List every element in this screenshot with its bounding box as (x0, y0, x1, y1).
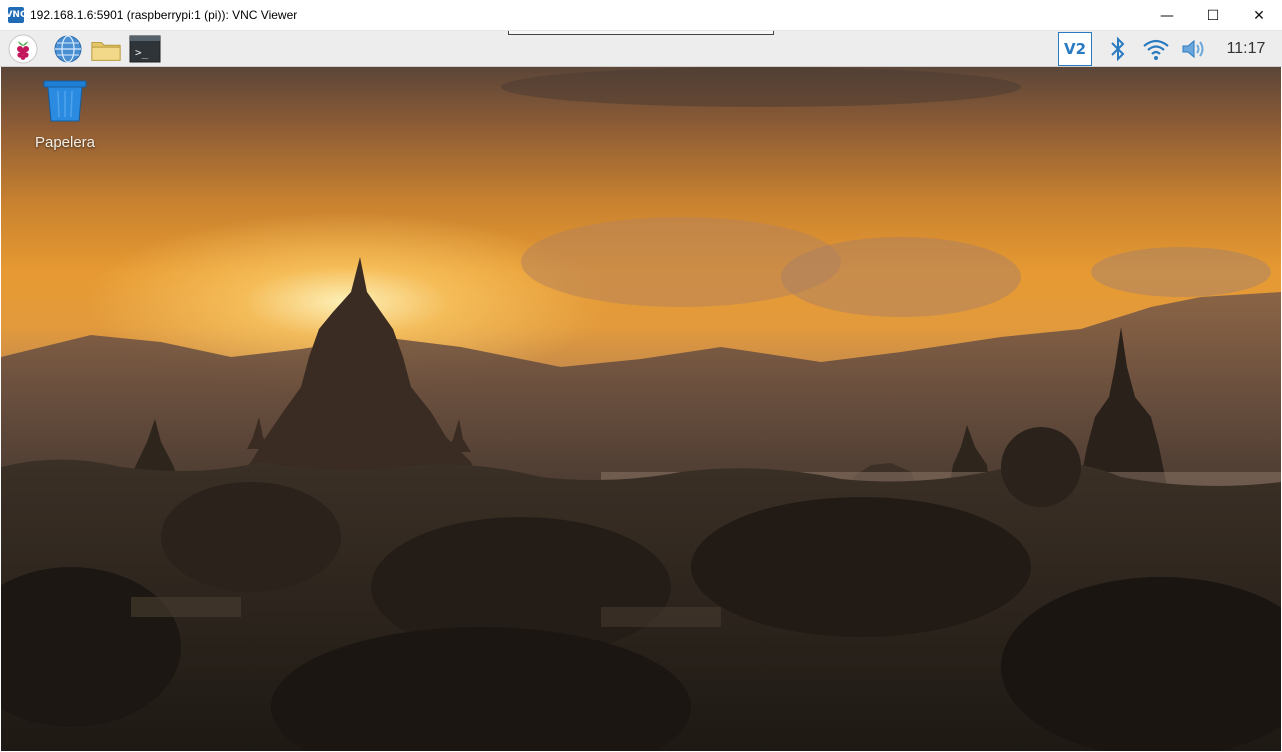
wallpaper-image (1, 67, 1281, 751)
file-manager-button[interactable] (90, 34, 122, 64)
desktop-icon-trash[interactable]: Papelera (25, 79, 105, 151)
clock[interactable]: 11:17 (1218, 31, 1274, 67)
minimize-button[interactable]: — (1144, 0, 1190, 31)
desktop-icon-label: Papelera (34, 134, 96, 151)
web-browser-button[interactable] (52, 34, 84, 64)
volume-tray-button[interactable] (1178, 31, 1210, 67)
window-title-bar[interactable]: VNC 192.168.1.6:5901 (raspberrypi:1 (pi)… (0, 0, 1282, 31)
raspberry-icon (8, 34, 38, 64)
maximize-button[interactable]: ☐ (1190, 0, 1236, 31)
taskbar-panel: >_ V2 11:17 (0, 31, 1282, 67)
raspberry-menu-button[interactable] (7, 34, 39, 64)
bluetooth-tray-button[interactable] (1104, 31, 1132, 67)
bluetooth-icon (1111, 36, 1125, 62)
window-title: 192.168.1.6:5901 (raspberrypi:1 (pi)): V… (30, 8, 298, 22)
terminal-button[interactable]: >_ (129, 34, 161, 64)
desktop[interactable]: Papelera (1, 67, 1281, 751)
window-controls: — ☐ ✕ (1144, 0, 1282, 31)
close-button[interactable]: ✕ (1236, 0, 1282, 31)
vnc-server-tray-button[interactable]: V2 (1057, 31, 1093, 67)
svg-text:>_: >_ (135, 46, 149, 59)
vnc-toolbar-dropdown[interactable] (508, 31, 774, 35)
vnc-app-icon[interactable]: VNC (5, 7, 27, 23)
clock-time: 11:17 (1226, 40, 1266, 57)
globe-icon (54, 35, 82, 63)
wifi-icon (1143, 39, 1169, 60)
trash-icon (43, 80, 87, 122)
vnc-tray-icon: V2 (1058, 32, 1092, 66)
terminal-icon: >_ (129, 35, 161, 63)
folder-icon (91, 41, 121, 61)
wifi-tray-button[interactable] (1140, 31, 1172, 67)
volume-icon (1182, 39, 1204, 59)
